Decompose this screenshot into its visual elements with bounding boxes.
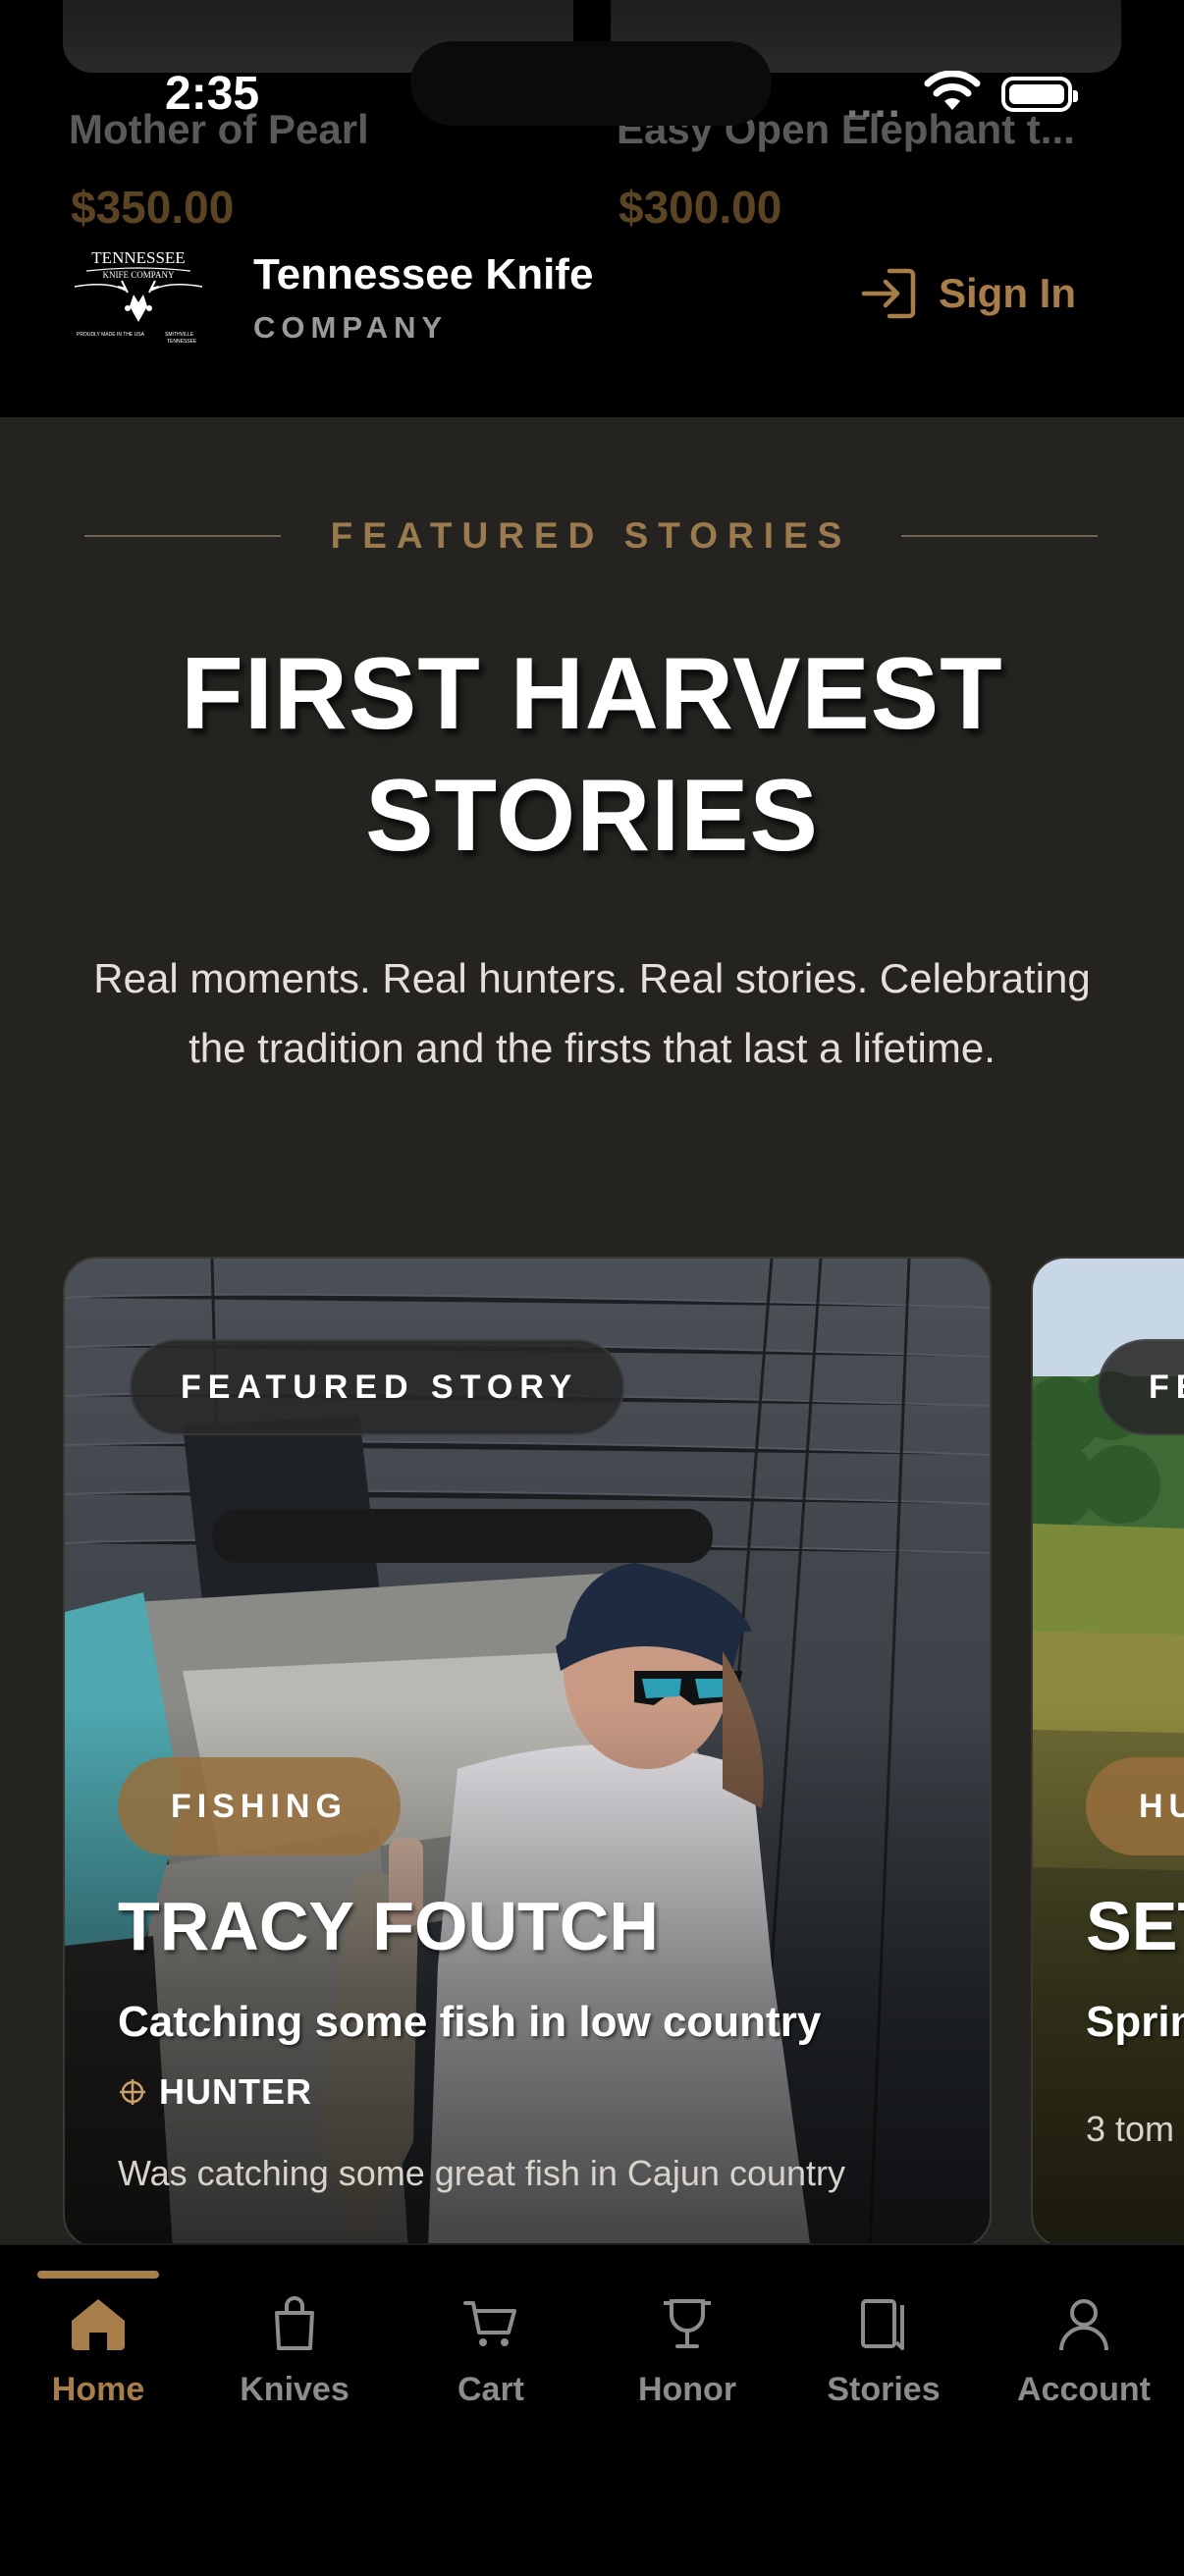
page-subtitle: Real moments. Real hunters. Real stories…	[93, 955, 1091, 1071]
sign-in-label: Sign In	[939, 270, 1076, 316]
dynamic-island	[410, 41, 772, 126]
story-card[interactable]: FE HU SET Sprin 3 tom	[1031, 1257, 1184, 2243]
book-icon	[844, 2284, 923, 2363]
product-price: $350.00	[71, 182, 235, 233]
wifi-icon	[924, 71, 981, 110]
story-headline: Catching some fish in low country	[118, 1998, 822, 2046]
tab-label: Account	[1017, 2371, 1151, 2408]
tab-bar: Home Knives Cart Honor Stories Account	[0, 2243, 1184, 2576]
title-line: STORIES	[365, 759, 819, 873]
story-excerpt: 3 tom	[1086, 2109, 1175, 2149]
brand-name[interactable]: Tennessee Knife	[253, 250, 593, 299]
author-role: HUNTER	[118, 2071, 312, 2113]
divider	[84, 535, 281, 537]
story-headline: Sprin	[1086, 1998, 1184, 2046]
tab-label: Home	[51, 2371, 145, 2408]
tab-account[interactable]: Account	[986, 2245, 1182, 2442]
tab-label: Honor	[637, 2371, 737, 2408]
tab-home[interactable]: Home	[0, 2245, 196, 2442]
status-time: 2:35	[165, 68, 260, 120]
story-author: TRACY FOUTCH	[118, 1888, 659, 1964]
bag-icon	[255, 2284, 334, 2363]
eyebrow-label: FEATURED STORIES	[330, 515, 852, 556]
signal-icon: ....	[846, 79, 902, 127]
trophy-icon	[648, 2284, 727, 2363]
featured-stories-section: FEATURED STORIES FIRST HARVEST STORIES R…	[0, 417, 1184, 2243]
svg-text:PROUDLY MADE IN THE USA: PROUDLY MADE IN THE USA	[77, 332, 145, 338]
svg-text:TENNESSEE: TENNESSEE	[167, 339, 197, 345]
active-tab-indicator	[37, 2271, 159, 2279]
sign-in-button[interactable]: Sign In	[860, 267, 1076, 320]
category-badge: HU	[1086, 1757, 1184, 1855]
sign-in-icon	[861, 268, 916, 319]
category-badge: FISHING	[118, 1757, 401, 1855]
top-header: Mother of Pearl Easy Open Elephant t... …	[0, 0, 1184, 417]
tab-label: Cart	[457, 2371, 525, 2408]
battery-icon	[1001, 77, 1078, 112]
svg-text:KNIFE COMPANY: KNIFE COMPANY	[103, 270, 175, 280]
title-line: FIRST HARVEST	[181, 637, 1003, 751]
brand-logo[interactable]: TENNESSEE KNIFE COMPANY PROUDLY MADE IN …	[69, 247, 208, 346]
tab-honor[interactable]: Honor	[589, 2245, 785, 2442]
home-icon	[59, 2284, 137, 2363]
story-author: SET	[1086, 1888, 1184, 1964]
product-price: $300.00	[619, 182, 782, 233]
section-eyebrow: FEATURED STORIES	[84, 515, 1098, 557]
tab-label: Stories	[827, 2371, 941, 2408]
status-bar: 2:35 ....	[0, 0, 1184, 147]
cart-icon	[452, 2284, 530, 2363]
svg-text:TENNESSEE: TENNESSEE	[91, 248, 185, 267]
person-icon	[1045, 2284, 1123, 2363]
tab-label: Knives	[240, 2371, 350, 2408]
divider	[900, 535, 1098, 537]
crosshair-icon	[120, 2079, 145, 2105]
role-label: HUNTER	[159, 2071, 312, 2112]
tab-knives[interactable]: Knives	[196, 2245, 393, 2442]
featured-story-badge: FE	[1098, 1339, 1184, 1435]
story-excerpt: Was catching some great fish in Cajun co…	[118, 2153, 846, 2193]
tab-stories[interactable]: Stories	[785, 2245, 982, 2442]
page-title: FIRST HARVEST STORIES	[0, 633, 1184, 877]
brand-subtitle: COMPANY	[253, 310, 449, 345]
story-card[interactable]: FEATURED STORY FISHING TRACY FOUTCH Catc…	[63, 1257, 992, 2243]
featured-story-badge: FEATURED STORY	[130, 1339, 624, 1435]
tab-cart[interactable]: Cart	[393, 2245, 589, 2442]
svg-text:SMITHVILLE: SMITHVILLE	[165, 332, 194, 338]
